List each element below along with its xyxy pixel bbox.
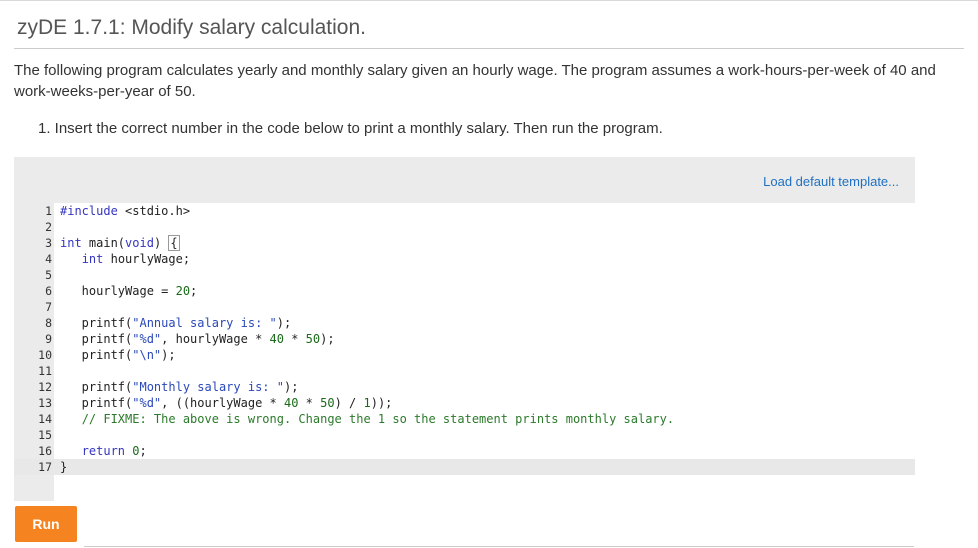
- code-text[interactable]: #include <stdio.h>: [60, 203, 190, 219]
- run-button[interactable]: Run: [15, 506, 77, 542]
- line-number: 17: [38, 460, 52, 474]
- code-line[interactable]: 8 printf("Annual salary is: ");: [14, 315, 915, 331]
- code-line[interactable]: 10 printf("\n");: [14, 347, 915, 363]
- line-number: 3: [45, 236, 52, 250]
- code-line[interactable]: 17}: [14, 459, 915, 475]
- code-text[interactable]: }: [60, 459, 67, 475]
- code-text[interactable]: // FIXME: The above is wrong. Change the…: [60, 411, 674, 427]
- title-divider: [14, 48, 964, 49]
- instruction-list: 1. Insert the correct number in the code…: [38, 118, 663, 140]
- line-number: 6: [45, 284, 52, 298]
- code-text[interactable]: printf("%d", hourlyWage * 40 * 50);: [60, 331, 335, 347]
- line-number: 7: [45, 300, 52, 314]
- code-line[interactable]: 6 hourlyWage = 20;: [14, 283, 915, 299]
- code-text[interactable]: return 0;: [60, 443, 147, 459]
- line-number: 5: [45, 268, 52, 282]
- code-line[interactable]: 13 printf("%d", ((hourlyWage * 40 * 50) …: [14, 395, 915, 411]
- code-line[interactable]: 4 int hourlyWage;: [14, 251, 915, 267]
- code-line[interactable]: 12 printf("Monthly salary is: ");: [14, 379, 915, 395]
- code-line[interactable]: 11: [14, 363, 915, 379]
- code-line[interactable]: 1 #include <stdio.h>: [14, 203, 915, 219]
- line-number: 11: [38, 364, 52, 378]
- code-text[interactable]: printf("Monthly salary is: ");: [60, 379, 299, 395]
- line-number: 14: [38, 412, 52, 426]
- code-line[interactable]: 9 printf("%d", hourlyWage * 40 * 50);: [14, 331, 915, 347]
- line-number: 16: [38, 444, 52, 458]
- line-number: 2: [45, 220, 52, 234]
- code-text[interactable]: int main(void) {: [60, 235, 180, 251]
- line-number: 12: [38, 380, 52, 394]
- code-text[interactable]: printf("\n");: [60, 347, 176, 363]
- code-text[interactable]: printf("%d", ((hourlyWage * 40 * 50) / 1…: [60, 395, 393, 411]
- code-line[interactable]: 2: [14, 219, 915, 235]
- code-editor[interactable]: 1 #include <stdio.h> 2 3 int main(void) {4 i…: [14, 203, 915, 501]
- line-number: 15: [38, 428, 52, 442]
- code-line[interactable]: 3 int main(void) {: [14, 235, 915, 251]
- top-divider: [0, 0, 978, 1]
- code-line[interactable]: 7: [14, 299, 915, 315]
- instruction-item: 1. Insert the correct number in the code…: [38, 120, 663, 137]
- line-number: 1: [45, 204, 52, 218]
- code-line[interactable]: 16 return 0;: [14, 443, 915, 459]
- page-title: zyDE 1.7.1: Modify salary calculation.: [17, 16, 366, 39]
- line-number: 9: [45, 332, 52, 346]
- code-text[interactable]: printf("Annual salary is: ");: [60, 315, 292, 331]
- description: The following program calculates yearly …: [14, 62, 936, 100]
- line-number: 8: [45, 316, 52, 330]
- code-line[interactable]: 15: [14, 427, 915, 443]
- load-default-template-link[interactable]: Load default template...: [763, 174, 899, 189]
- code-text[interactable]: hourlyWage = 20;: [60, 283, 198, 299]
- code-line[interactable]: 14 // FIXME: The above is wrong. Change …: [14, 411, 915, 427]
- code-line[interactable]: 5: [14, 267, 915, 283]
- line-number: 4: [45, 252, 52, 266]
- line-number: 13: [38, 396, 52, 410]
- code-editor-panel: Load default template... 1 #include <stdi…: [14, 157, 915, 501]
- code-area[interactable]: 1 #include <stdio.h> 2 3 int main(void) {4 i…: [14, 203, 915, 475]
- line-number: 10: [38, 348, 52, 362]
- code-text[interactable]: int hourlyWage;: [60, 251, 190, 267]
- bottom-divider: [84, 546, 914, 547]
